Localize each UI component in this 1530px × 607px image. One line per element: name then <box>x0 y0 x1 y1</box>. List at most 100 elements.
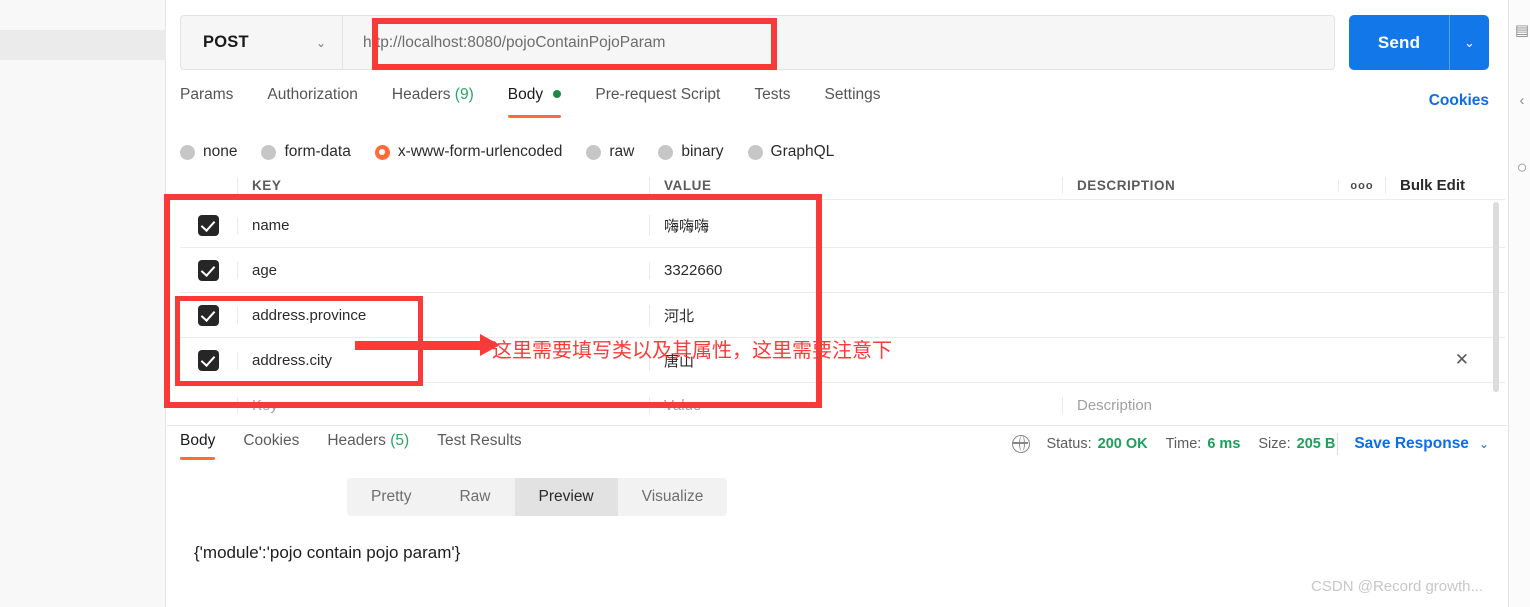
body-type-binary-label: binary <box>681 143 724 160</box>
radio-icon <box>586 144 602 160</box>
size-value: 205 B <box>1296 436 1336 452</box>
response-tab-test-results-label: Test Results <box>437 432 522 449</box>
header-key-label: KEY <box>252 178 282 193</box>
request-url-text: http://localhost:8080/pojoContainPojoPar… <box>363 33 666 51</box>
table-row[interactable]: name 嗨嗨嗨 <box>180 203 1505 248</box>
response-tab-cookies[interactable]: Cookies <box>243 432 299 457</box>
request-url-row: POST ⌄ http://localhost:8080/pojoContain… <box>180 15 1489 70</box>
row-value-text: 河北 <box>664 307 695 325</box>
response-body-text: {'module':'pojo contain pojo param'} <box>194 543 461 562</box>
radio-icon <box>261 144 277 160</box>
view-mode-preview[interactable]: Preview <box>514 478 618 516</box>
new-row-description-cell[interactable]: Description <box>1062 397 1505 414</box>
new-row-key-cell[interactable]: Key <box>237 397 649 414</box>
save-response-button[interactable]: Save Response <box>1354 435 1469 453</box>
tab-body[interactable]: Body <box>507 86 562 118</box>
body-type-urlencoded[interactable]: x-www-form-urlencoded <box>374 143 562 161</box>
annotation-arrow-line <box>355 341 485 350</box>
header-value-cell: VALUE <box>649 177 1062 194</box>
document-icon[interactable]: ▤ <box>1513 22 1530 40</box>
view-mode-pretty[interactable]: Pretty <box>347 478 435 516</box>
chevron-left-icon[interactable]: ‹ <box>1513 92 1530 110</box>
tab-params[interactable]: Params <box>180 86 233 112</box>
row-key-cell[interactable]: age <box>237 261 649 279</box>
globe-icon <box>1012 435 1031 453</box>
row-checkbox[interactable] <box>180 259 237 281</box>
response-tab-headers[interactable]: Headers (5) <box>327 432 409 457</box>
request-tab-bar: Params Authorization Headers (9) Body Pr… <box>180 86 1489 122</box>
row-value-cell[interactable]: 嗨嗨嗨 <box>649 214 1062 236</box>
view-mode-preview-label: Preview <box>538 488 594 505</box>
header-value-label: VALUE <box>664 178 712 193</box>
new-row-value-cell[interactable]: Value <box>649 397 1062 414</box>
tab-pre-request-script[interactable]: Pre-request Script <box>595 86 720 112</box>
response-tab-body[interactable]: Body <box>180 432 216 460</box>
request-url-input[interactable]: http://localhost:8080/pojoContainPojoPar… <box>342 15 1335 70</box>
time-label: Time: <box>1165 436 1202 452</box>
row-key-text: name <box>252 216 290 234</box>
table-header-row: KEY VALUE DESCRIPTION ooo Bulk Edit <box>180 172 1505 200</box>
response-meta-bar: Status: 200 OK Time: 6 ms Size: 205 B Sa… <box>1012 432 1489 456</box>
row-key-text: age <box>252 261 278 279</box>
response-tab-test-results[interactable]: Test Results <box>437 432 521 457</box>
tab-authorization[interactable]: Authorization <box>267 86 357 112</box>
table-row[interactable]: age 3322660 <box>180 248 1505 293</box>
new-row-description-placeholder: Description <box>1077 397 1153 414</box>
table-new-row[interactable]: Key Value Description <box>180 383 1505 428</box>
radio-icon <box>747 144 763 160</box>
row-value-cell[interactable]: 3322660 <box>649 261 1062 279</box>
body-present-dot-icon <box>553 90 562 98</box>
header-description-label: DESCRIPTION <box>1077 178 1176 193</box>
size-label: Size: <box>1258 436 1291 452</box>
tab-params-label: Params <box>180 86 234 103</box>
tab-tests-label: Tests <box>754 86 791 103</box>
right-sidebar: ▤ ‹ ○ <box>1508 0 1530 607</box>
body-type-raw[interactable]: raw <box>586 143 634 161</box>
body-type-form-data[interactable]: form-data <box>261 143 351 161</box>
ellipsis-icon: ooo <box>1350 179 1374 192</box>
row-key-cell[interactable]: address.province <box>237 306 649 324</box>
send-options-caret-icon[interactable]: ⌄ <box>1449 15 1489 70</box>
body-type-raw-label: raw <box>609 143 635 160</box>
checkbox-checked-icon <box>198 349 219 371</box>
remove-row-icon[interactable]: ✕ <box>1455 350 1469 370</box>
send-button[interactable]: Send <box>1349 15 1449 70</box>
tab-tests[interactable]: Tests <box>754 86 790 112</box>
tab-authorization-label: Authorization <box>267 86 358 103</box>
table-row[interactable]: address.province 河北 <box>180 293 1505 338</box>
row-checkbox[interactable] <box>180 214 237 236</box>
row-checkbox[interactable] <box>180 304 237 326</box>
body-type-none[interactable]: none <box>180 143 237 161</box>
row-key-text: address.city <box>252 351 333 369</box>
tab-headers[interactable]: Headers (9) <box>392 86 474 112</box>
row-key-cell[interactable]: name <box>237 216 649 234</box>
row-value-cell[interactable]: 河北 <box>649 304 1062 326</box>
status-value: 200 OK <box>1097 436 1148 452</box>
body-type-form-data-label: form-data <box>284 143 351 160</box>
body-params-table: KEY VALUE DESCRIPTION ooo Bulk Edit name <box>180 172 1505 426</box>
send-button-group[interactable]: Send ⌄ <box>1349 15 1489 70</box>
body-type-graphql[interactable]: GraphQL <box>747 143 835 161</box>
new-row-value-placeholder: Value <box>664 397 702 414</box>
save-response-caret-icon[interactable]: ⌄ <box>1479 437 1489 451</box>
view-mode-visualize[interactable]: Visualize <box>618 478 728 516</box>
table-scrollbar[interactable] <box>1493 202 1499 392</box>
bulk-edit-button[interactable]: Bulk Edit <box>1385 177 1505 194</box>
body-type-binary[interactable]: binary <box>658 143 724 161</box>
tab-settings[interactable]: Settings <box>825 86 881 112</box>
body-type-graphql-label: GraphQL <box>770 143 835 160</box>
sidebar-selected-row[interactable] <box>0 30 166 60</box>
cookies-link[interactable]: Cookies <box>1429 92 1489 110</box>
time-value: 6 ms <box>1207 436 1241 452</box>
circle-icon[interactable]: ○ <box>1513 158 1530 176</box>
tab-settings-label: Settings <box>824 86 881 103</box>
body-type-radio-group: none form-data x-www-form-urlencoded raw… <box>180 138 858 166</box>
view-mode-raw[interactable]: Raw <box>435 478 514 516</box>
tab-body-label: Body <box>507 86 544 103</box>
row-checkbox[interactable] <box>180 349 237 371</box>
http-method-select[interactable]: POST ⌄ <box>180 15 342 70</box>
checkbox-checked-icon <box>198 304 219 326</box>
table-more-options-button[interactable]: ooo <box>1338 179 1385 192</box>
row-value-text: 嗨嗨嗨 <box>664 217 710 235</box>
response-tab-bar: Body Cookies Headers (5) Test Results <box>180 432 550 462</box>
